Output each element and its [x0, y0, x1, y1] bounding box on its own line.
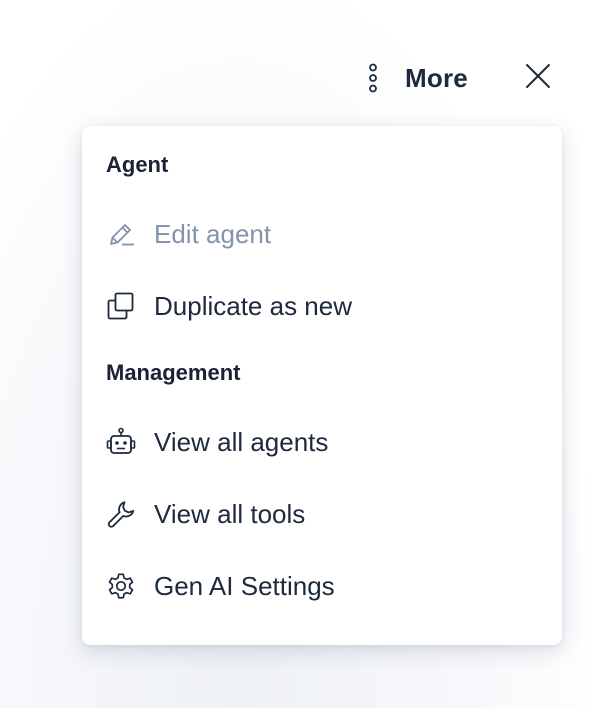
close-button[interactable]	[522, 62, 554, 94]
more-menu-popover: Agent Edit agent Duplicate as new Manage…	[82, 126, 562, 645]
menu-item-label: Gen AI Settings	[154, 570, 335, 601]
wrench-icon	[106, 499, 136, 529]
menu-item-view-all-agents[interactable]: View all agents	[82, 410, 562, 474]
pencil-icon	[106, 219, 136, 249]
header: More	[0, 0, 592, 130]
robot-icon	[106, 427, 136, 457]
menu-item-edit-agent[interactable]: Edit agent	[82, 202, 562, 266]
vertical-dots-icon	[362, 63, 384, 93]
menu-item-label: Duplicate as new	[154, 290, 352, 321]
menu-item-label: Edit agent	[154, 218, 272, 249]
menu-item-view-all-tools[interactable]: View all tools	[82, 482, 562, 546]
menu-item-gen-ai-settings[interactable]: Gen AI Settings	[82, 554, 562, 618]
menu-item-label: View all tools	[154, 498, 306, 529]
copy-icon	[106, 291, 136, 321]
section-title-management: Management	[106, 360, 241, 385]
more-button[interactable]: More	[362, 56, 468, 100]
gear-icon	[106, 571, 136, 601]
menu-item-label: View all agents	[154, 426, 329, 457]
section-title-agent: Agent	[106, 152, 169, 177]
menu-item-duplicate-as-new[interactable]: Duplicate as new	[82, 274, 562, 338]
close-icon	[525, 63, 551, 94]
more-label: More	[405, 62, 468, 93]
